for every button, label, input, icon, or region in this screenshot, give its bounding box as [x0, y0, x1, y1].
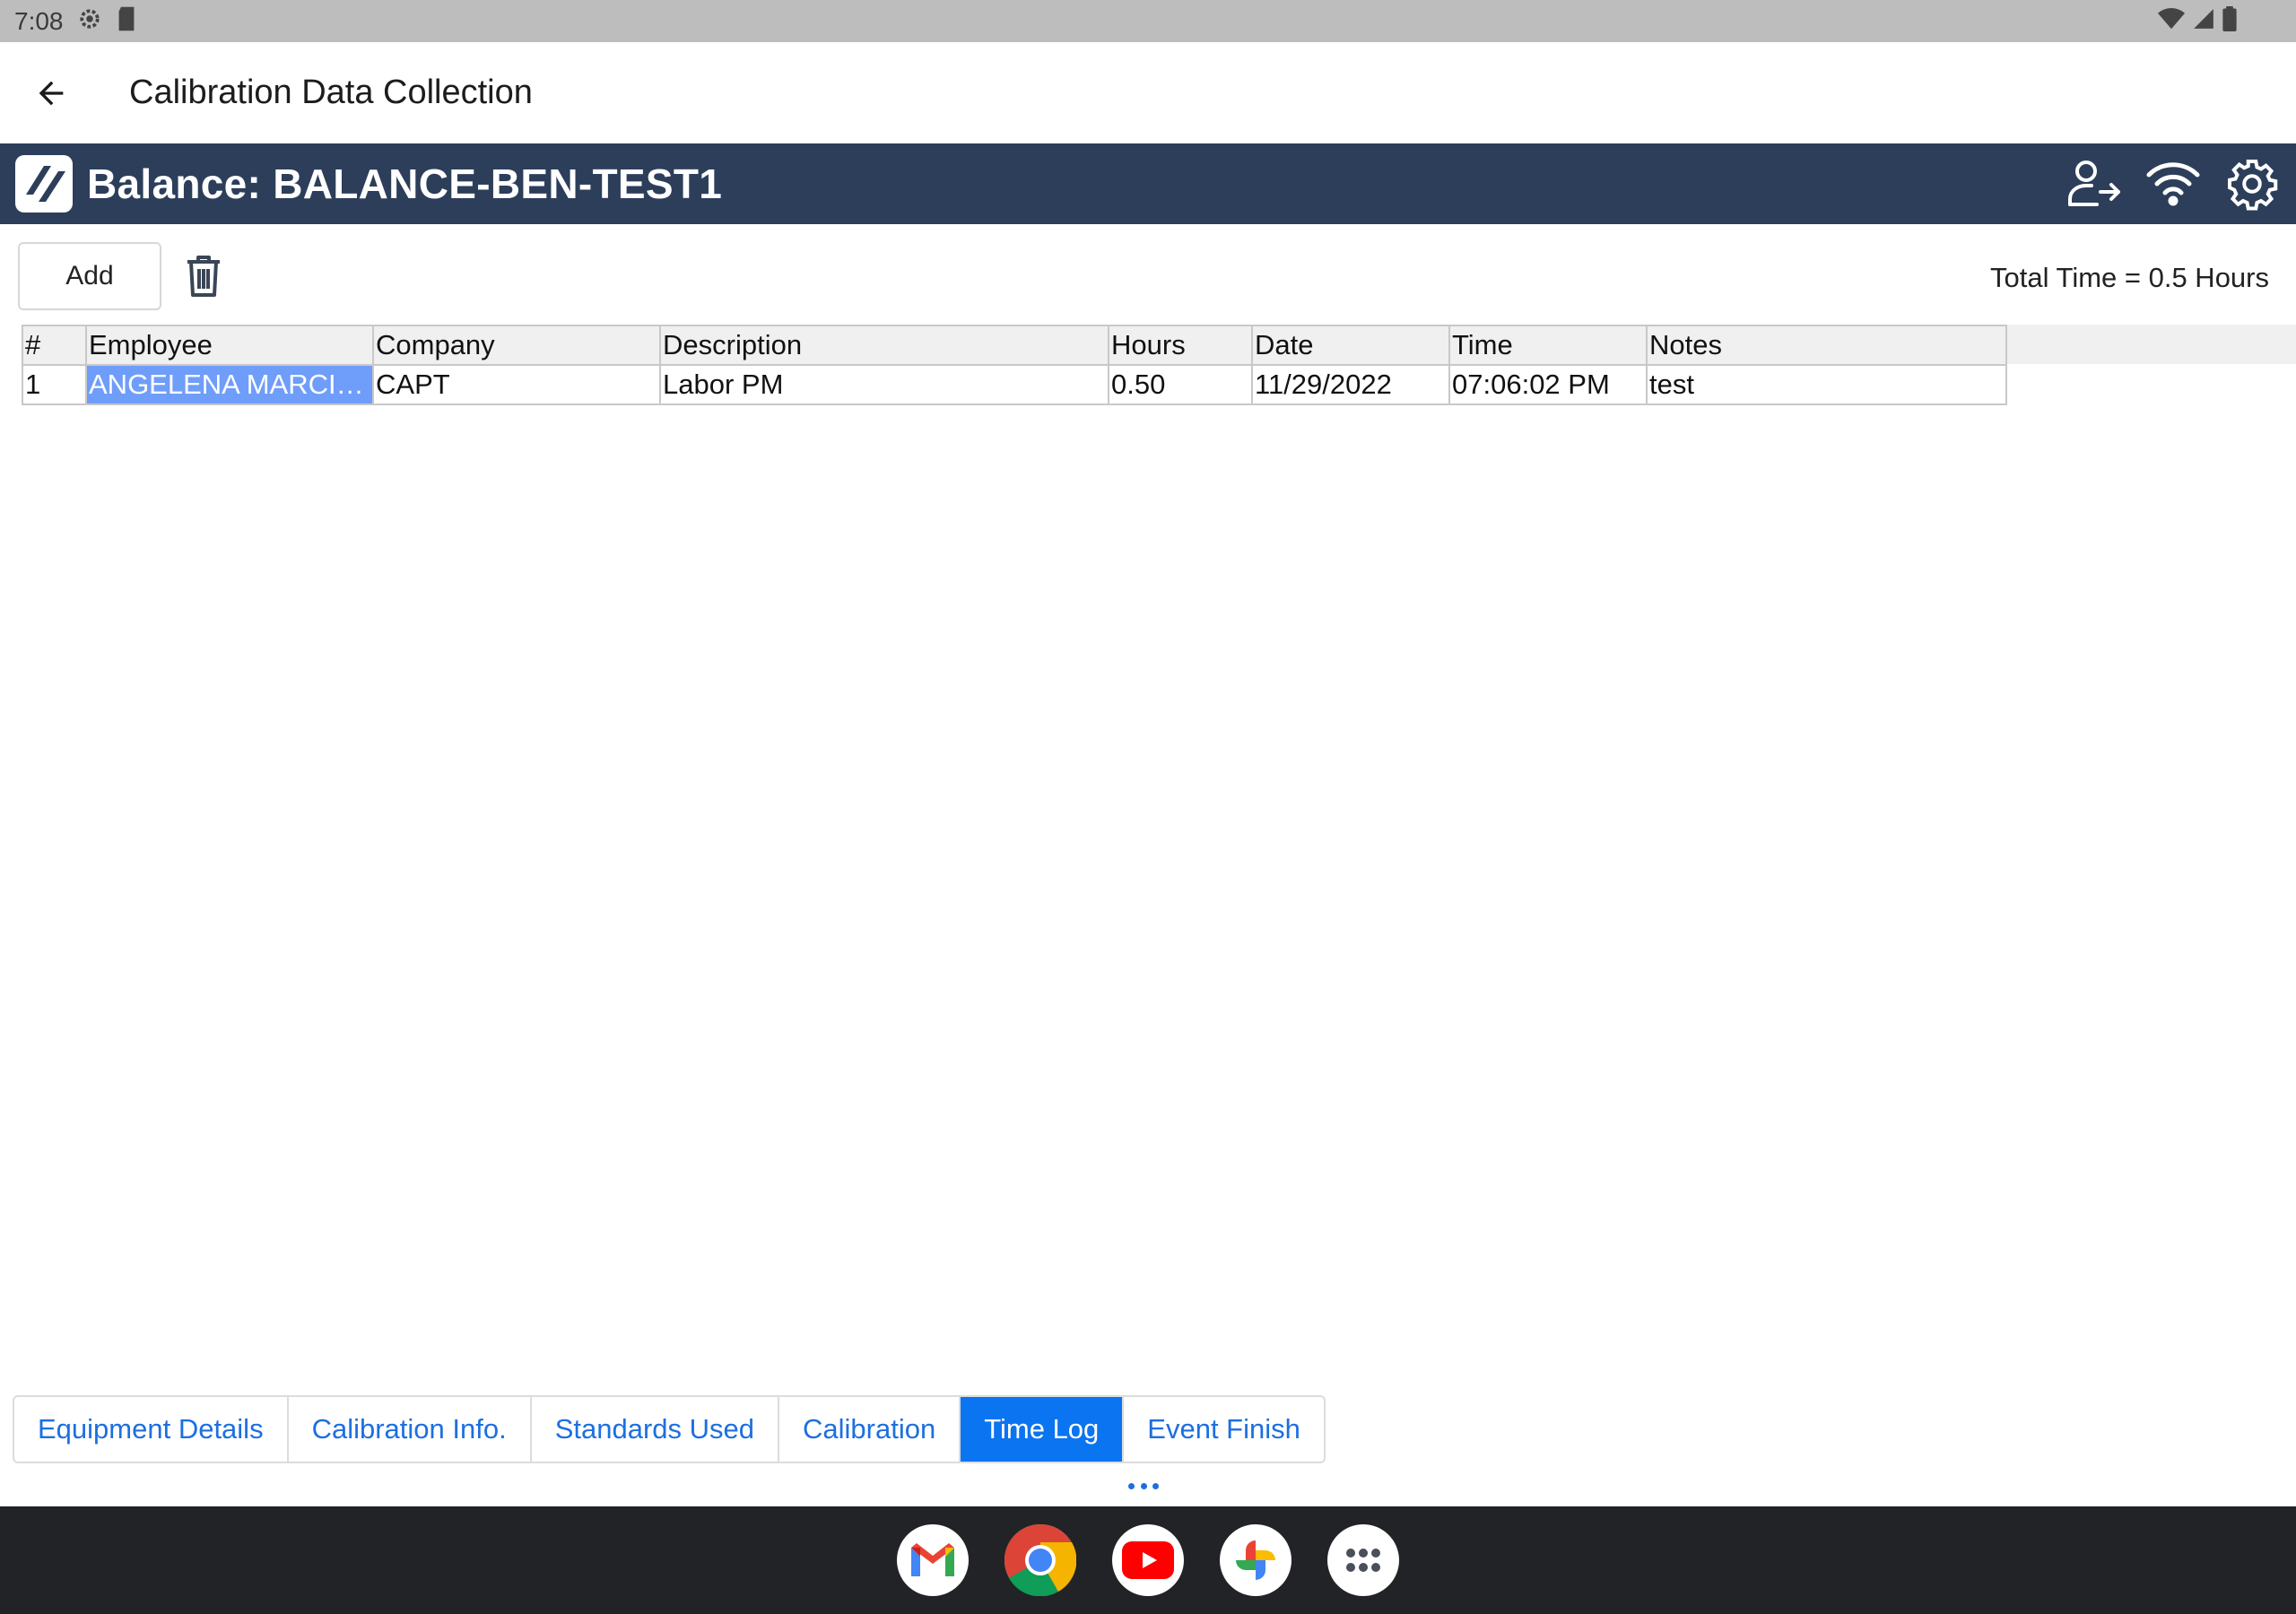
column-header[interactable]: Description: [659, 325, 1109, 366]
section-tabs: Equipment Details Calibration Info. Stan…: [13, 1395, 1326, 1463]
user-logout-icon[interactable]: [2065, 154, 2124, 213]
table-header-row: # Employee Company Description Hours Dat…: [22, 325, 2007, 366]
time-cell[interactable]: 07:06:02 PM: [1448, 364, 1648, 405]
time-log-table: # Employee Company Description Hours Dat…: [22, 325, 2007, 405]
taskbar: [0, 1506, 2296, 1614]
tab-equipment-details[interactable]: Equipment Details: [14, 1397, 289, 1462]
app-drawer-icon[interactable]: [1327, 1524, 1399, 1596]
column-header[interactable]: Employee: [85, 325, 374, 366]
table-row[interactable]: 1 ANGELENA MARCIA... CAPT Labor PM 0.50 …: [22, 364, 2007, 405]
header-filler: [2005, 325, 2296, 364]
back-arrow-icon[interactable]: [11, 53, 91, 134]
column-header[interactable]: Notes: [1646, 325, 2007, 366]
tab-event-finish[interactable]: Event Finish: [1124, 1397, 1324, 1462]
description-cell[interactable]: Labor PM: [659, 364, 1109, 405]
photos-icon[interactable]: [1220, 1524, 1292, 1596]
settings-icon[interactable]: [2222, 154, 2282, 213]
wifi-icon[interactable]: [2144, 154, 2203, 213]
status-time: 7:08: [14, 6, 64, 35]
column-header[interactable]: Time: [1448, 325, 1648, 366]
wifi-icon: [2158, 7, 2185, 35]
app-bar: Calibration Data Collection: [0, 42, 2296, 143]
employee-cell[interactable]: ANGELENA MARCIA...: [85, 364, 374, 405]
tab-time-log[interactable]: Time Log: [961, 1397, 1125, 1462]
hours-cell[interactable]: 0.50: [1108, 364, 1253, 405]
tab-calibration[interactable]: Calibration: [779, 1397, 961, 1462]
trash-icon[interactable]: [175, 247, 232, 305]
column-header[interactable]: Hours: [1108, 325, 1253, 366]
page-title: Calibration Data Collection: [129, 74, 533, 111]
notes-cell[interactable]: test: [1646, 364, 2007, 405]
signal-icon: [2192, 7, 2215, 35]
status-bar: 7:08: [0, 0, 2296, 42]
tab-calibration-info[interactable]: Calibration Info.: [289, 1397, 532, 1462]
column-header[interactable]: #: [22, 325, 87, 366]
total-time-label: Total Time = 0.5 Hours: [1990, 262, 2269, 293]
date-cell[interactable]: 11/29/2022: [1251, 364, 1450, 405]
equipment-title: Balance: BALANCE-BEN-TEST1: [87, 161, 723, 207]
gear-icon: [76, 5, 103, 37]
youtube-icon[interactable]: [1112, 1524, 1184, 1596]
equipment-header: Balance: BALANCE-BEN-TEST1: [0, 143, 2296, 224]
sd-card-icon: [116, 5, 137, 37]
time-log-grid: # Employee Company Description Hours Dat…: [22, 325, 2296, 405]
column-header[interactable]: Company: [372, 325, 661, 366]
more-options-icon[interactable]: [1128, 1480, 1159, 1492]
company-cell[interactable]: CAPT: [372, 364, 661, 405]
chrome-icon[interactable]: [1004, 1524, 1076, 1596]
app-logo: [15, 155, 73, 213]
row-number-cell[interactable]: 1: [22, 364, 87, 405]
toolbar: Add Total Time = 0.5 Hours: [18, 242, 2278, 310]
battery-icon: [2222, 6, 2237, 36]
column-header[interactable]: Date: [1251, 325, 1450, 366]
tab-standards-used[interactable]: Standards Used: [532, 1397, 780, 1462]
add-button[interactable]: Add: [18, 242, 161, 310]
gmail-icon[interactable]: [897, 1524, 969, 1596]
